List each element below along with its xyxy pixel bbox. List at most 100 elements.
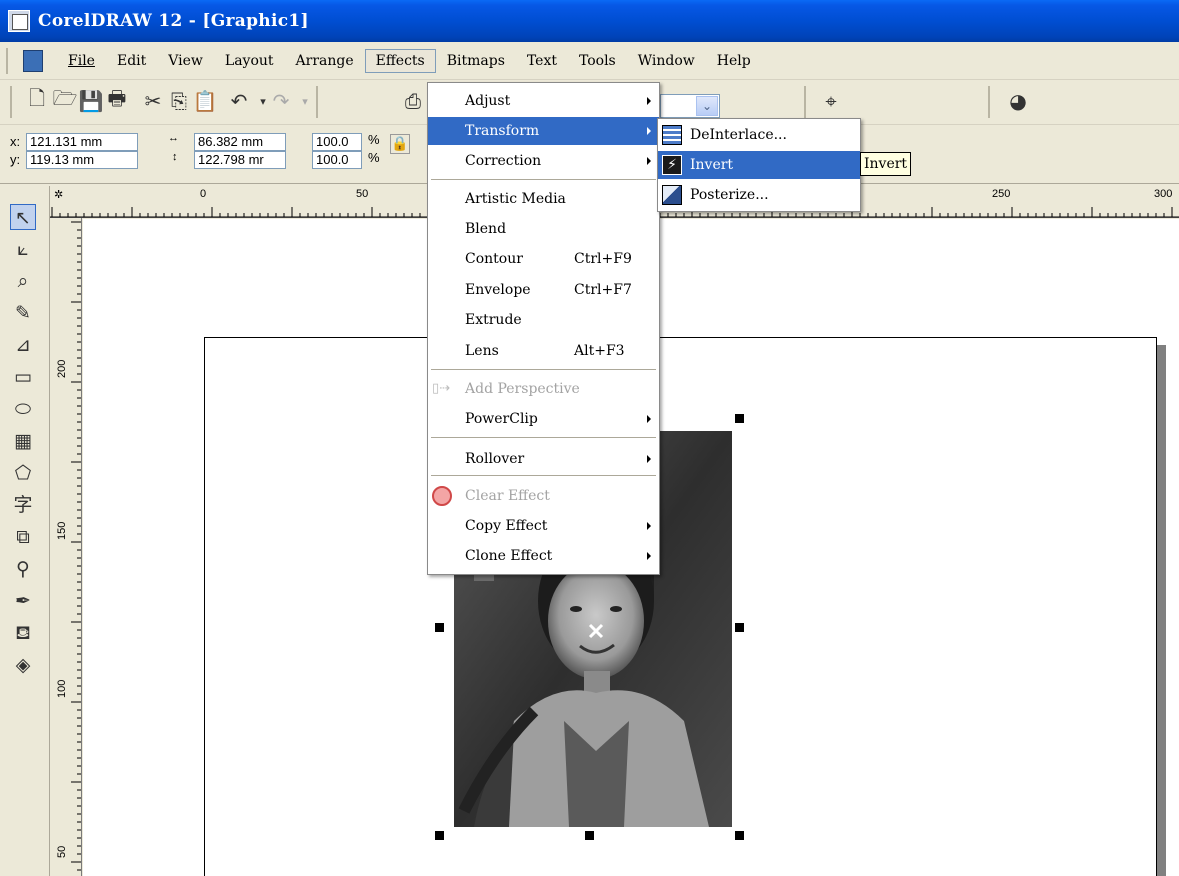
document-icon[interactable] (23, 49, 43, 72)
freehand-tool-icon[interactable]: ✎ (10, 300, 36, 326)
zoom-combo[interactable]: ⌄ (660, 94, 720, 118)
menu-item-envelope[interactable]: Envelope Ctrl+F7 (428, 276, 659, 304)
menu-item-extrude[interactable]: Extrude (428, 306, 659, 334)
menu-shortcut: Alt+F3 (574, 343, 625, 359)
menu-item-clear-effect[interactable]: Clear Effect (428, 482, 659, 510)
scale-y-field[interactable]: 100.0 (312, 151, 362, 169)
menu-effects-label: Effects (375, 52, 425, 69)
redo-dropdown-icon[interactable]: ▾ (292, 88, 318, 114)
menu-effects[interactable]: Effects (364, 48, 436, 73)
menu-item-correction[interactable]: Correction (428, 147, 659, 175)
menu-item-rollover[interactable]: Rollover (428, 445, 659, 473)
rectangle-tool-icon[interactable]: ▭ (10, 364, 36, 390)
x-position-field[interactable]: 121.131 mm (26, 133, 138, 151)
menu-item-artistic-media[interactable]: Artistic Media (428, 185, 659, 213)
menu-item-blend[interactable]: Blend (428, 215, 659, 243)
menu-help[interactable]: Help (706, 49, 762, 73)
menu-item-add-perspective[interactable]: ▯⇢ Add Perspective (428, 375, 659, 403)
menu-item-label: Correction (465, 153, 542, 169)
print-icon[interactable]: 🖶 (104, 86, 130, 114)
menu-view-label: View (168, 52, 203, 69)
menu-tools-label: Tools (578, 52, 616, 69)
open-icon[interactable]: 🗁 (52, 86, 78, 114)
copy-icon[interactable]: ⎘ (166, 88, 192, 114)
snap-icon[interactable]: ⌖ (818, 88, 844, 114)
menu-item-label: Add Perspective (465, 381, 580, 397)
selection-handle[interactable] (435, 623, 444, 632)
new-icon[interactable]: 🗋 (24, 86, 50, 114)
menu-item-transform[interactable]: Transform (428, 117, 659, 145)
interactive-fill-tool-icon[interactable]: ◈ (10, 652, 36, 678)
menu-window-label: Window (637, 52, 695, 69)
menu-text[interactable]: Text (516, 49, 568, 73)
cut-icon[interactable]: ✂ (140, 88, 166, 114)
menu-item-adjust[interactable]: Adjust (428, 87, 659, 115)
menu-arrange[interactable]: Arrange (285, 49, 365, 73)
ruler-origin-icon[interactable]: ✲ (54, 188, 63, 201)
height-field[interactable]: 122.798 mr (194, 151, 286, 169)
redo-icon[interactable]: ↷ (268, 88, 294, 114)
menu-file[interactable]: File (57, 49, 106, 73)
menu-separator (431, 179, 656, 181)
menu-view[interactable]: View (157, 49, 214, 73)
submenu-item-posterize[interactable]: Posterize... (658, 181, 860, 209)
menu-item-lens[interactable]: Lens Alt+F3 (428, 337, 659, 365)
zoom-tool-icon[interactable]: ⌕ (10, 268, 36, 294)
chevron-down-icon[interactable]: ⌄ (696, 96, 718, 116)
menu-layout[interactable]: Layout (214, 49, 285, 73)
ellipse-tool-icon[interactable]: ⬭ (10, 396, 36, 422)
menu-edit[interactable]: Edit (106, 49, 157, 73)
save-icon[interactable]: 💾 (78, 88, 104, 114)
fill-tool-icon[interactable]: ⛾ (10, 620, 36, 646)
vertical-ruler[interactable]: 200 150 100 50 (50, 218, 82, 876)
menu-bitmaps[interactable]: Bitmaps (436, 49, 516, 73)
menu-layout-label: Layout (224, 52, 274, 69)
scale-y-percent: % (368, 150, 380, 165)
ruler-tick-label: 100 (56, 679, 68, 698)
menu-text-label: Text (526, 52, 557, 69)
menu-window[interactable]: Window (627, 49, 706, 73)
width-icon: ↔ (168, 132, 179, 144)
ruler-tick-label: 300 (1154, 188, 1173, 200)
menu-help-label: Help (716, 52, 751, 69)
selection-handle[interactable] (735, 414, 744, 423)
selection-handle[interactable] (735, 831, 744, 840)
app-icon[interactable] (8, 10, 30, 32)
menubar-grip[interactable] (6, 47, 9, 74)
menu-tools[interactable]: Tools (568, 49, 627, 73)
eyedropper-tool-icon[interactable]: ⚲ (10, 556, 36, 582)
scale-x-field[interactable]: 100.0 (312, 133, 362, 151)
menu-item-clone-effect[interactable]: Clone Effect (428, 542, 659, 570)
menu-item-label: Copy Effect (465, 518, 548, 534)
undo-icon[interactable]: ↶ (226, 88, 252, 114)
menu-item-copy-effect[interactable]: Copy Effect (428, 512, 659, 540)
ruler-tick-label: 250 (992, 188, 1011, 200)
selection-handle[interactable] (585, 831, 594, 840)
menu-item-contour[interactable]: Contour Ctrl+F9 (428, 245, 659, 273)
color-manager-icon[interactable]: ◕ (1005, 88, 1031, 114)
text-tool-icon[interactable]: 字 (10, 492, 36, 518)
selection-handle[interactable] (435, 831, 444, 840)
paste-icon[interactable]: 📋 (192, 88, 218, 114)
selection-handle[interactable] (735, 623, 744, 632)
pick-tool-icon[interactable]: ↖ (10, 204, 36, 230)
toolbar-grip[interactable] (10, 86, 14, 118)
shape-tool-icon[interactable]: ⟀ (10, 236, 36, 262)
interactive-blend-tool-icon[interactable]: ⧉ (10, 524, 36, 550)
menu-separator (431, 475, 656, 477)
basic-shapes-tool-icon[interactable]: ⬠ (10, 460, 36, 486)
width-field[interactable]: 86.382 mm (194, 133, 286, 151)
import-icon[interactable]: ⎙ (400, 88, 426, 114)
y-position-field[interactable]: 119.13 mm (26, 151, 138, 169)
menu-edit-label: Edit (116, 52, 147, 69)
submenu-item-deinterlace[interactable]: DeInterlace... (658, 121, 860, 149)
graph-paper-tool-icon[interactable]: ▦ (10, 428, 36, 454)
submenu-item-invert[interactable]: ⚡ Invert (658, 151, 860, 179)
menu-item-label: Envelope (465, 282, 531, 298)
ruler-tick-label: 50 (356, 188, 369, 200)
smart-fill-tool-icon[interactable]: ⊿ (10, 332, 36, 358)
submenu-item-label: DeInterlace... (690, 127, 787, 143)
outline-tool-icon[interactable]: ✒ (10, 588, 36, 614)
lock-ratio-icon[interactable]: 🔒 (390, 134, 410, 154)
menu-item-powerclip[interactable]: PowerClip (428, 405, 659, 433)
